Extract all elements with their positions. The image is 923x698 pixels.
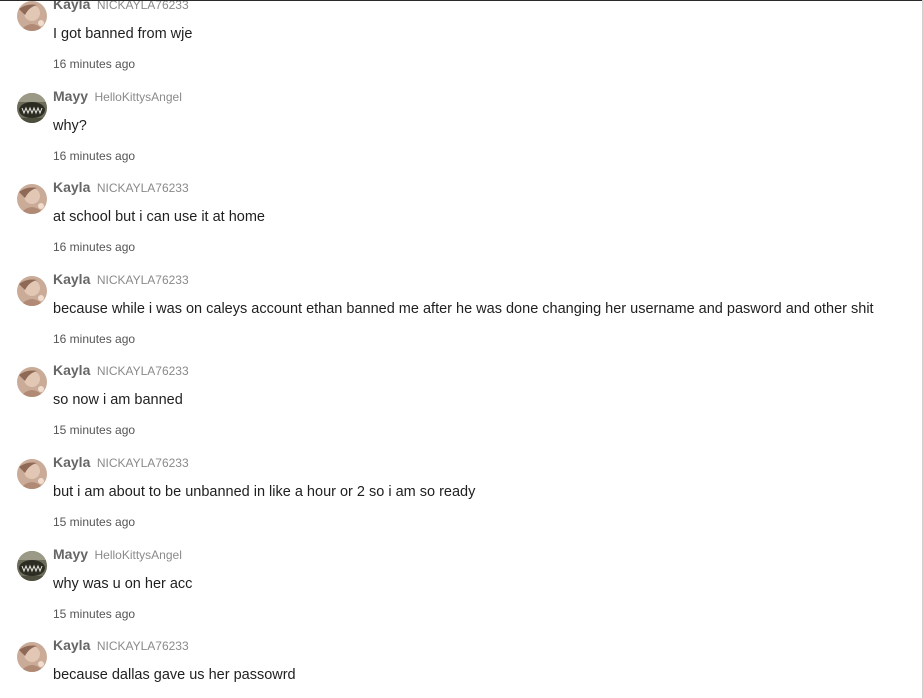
comment-header: Kayla NICKAYLA76233 <box>53 636 189 654</box>
comment-header: Mayy HelloKittysAngel <box>53 87 182 105</box>
comment-item: Mayy HelloKittysAngel why was u on her a… <box>0 545 923 637</box>
username[interactable]: NICKAYLA76233 <box>97 639 189 653</box>
comment-timestamp: 16 minutes ago <box>53 148 136 163</box>
comment-text: why was u on her acc <box>53 575 193 592</box>
display-name[interactable]: Kayla <box>53 454 90 470</box>
top-border <box>0 0 923 1</box>
kayla-avatar-icon[interactable] <box>17 458 47 489</box>
comment-header: Kayla NICKAYLA76233 <box>53 270 189 288</box>
comment-item: Kayla NICKAYLA76233 at school but i can … <box>0 178 923 270</box>
display-name[interactable]: Kayla <box>53 0 90 12</box>
username[interactable]: NICKAYLA76233 <box>97 273 189 287</box>
comment-timestamp: 16 minutes ago <box>53 331 136 346</box>
comment-text: so now i am banned <box>53 392 183 409</box>
mayy-avatar-icon[interactable] <box>17 550 47 581</box>
username[interactable]: NICKAYLA76233 <box>97 181 189 195</box>
kayla-avatar-icon[interactable] <box>17 642 47 673</box>
comment-item: Kayla NICKAYLA76233 because dallas gave … <box>0 636 923 698</box>
comment-text: at school but i can use it at home <box>53 209 265 226</box>
comment-item: Kayla NICKAYLA76233 but i am about to be… <box>0 453 923 545</box>
comment-item: Kayla NICKAYLA76233 because while i was … <box>0 270 923 362</box>
comment-header: Kayla NICKAYLA76233 <box>53 453 189 471</box>
comment-text: why? <box>53 117 87 134</box>
comment-item: Kayla NICKAYLA76233 so now i am banned 1… <box>0 361 923 453</box>
comment-text: but i am about to be unbanned in like a … <box>53 483 476 500</box>
comment-list: Kayla NICKAYLA76233 I got banned from wj… <box>0 0 923 698</box>
comment-header: Kayla NICKAYLA76233 <box>53 0 189 13</box>
display-name[interactable]: Mayy <box>53 88 88 104</box>
display-name[interactable]: Kayla <box>53 271 90 287</box>
username[interactable]: HelloKittysAngel <box>94 90 181 104</box>
comment-text: because while i was on caleys account et… <box>53 300 874 317</box>
username[interactable]: NICKAYLA76233 <box>97 0 189 12</box>
display-name[interactable]: Kayla <box>53 179 90 195</box>
kayla-avatar-icon[interactable] <box>17 184 47 215</box>
comment-header: Mayy HelloKittysAngel <box>53 545 182 563</box>
comment-text: I got banned from wje <box>53 26 193 42</box>
display-name[interactable]: Kayla <box>53 637 90 653</box>
comment-thread-viewport: Kayla NICKAYLA76233 I got banned from wj… <box>0 0 923 698</box>
kayla-avatar-icon[interactable] <box>17 367 47 398</box>
comment-timestamp: 15 minutes ago <box>53 606 136 621</box>
mayy-avatar-icon[interactable] <box>17 92 47 123</box>
comment-timestamp: 16 minutes ago <box>53 240 136 255</box>
display-name[interactable]: Kayla <box>53 362 90 378</box>
comment-text: because dallas gave us her passowrd <box>53 667 296 684</box>
comment-timestamp: 15 minutes ago <box>53 423 136 438</box>
kayla-avatar-icon[interactable] <box>17 275 47 306</box>
username[interactable]: HelloKittysAngel <box>94 548 181 562</box>
comment-timestamp: 15 minutes ago <box>53 514 136 529</box>
comment-timestamp: 16 minutes ago <box>53 57 136 71</box>
display-name[interactable]: Mayy <box>53 546 88 562</box>
comment-item: Kayla NICKAYLA76233 I got banned from wj… <box>0 0 923 87</box>
comment-header: Kayla NICKAYLA76233 <box>53 178 189 196</box>
comment-header: Kayla NICKAYLA76233 <box>53 361 189 379</box>
username[interactable]: NICKAYLA76233 <box>97 364 189 378</box>
username[interactable]: NICKAYLA76233 <box>97 456 189 470</box>
comment-item: Mayy HelloKittysAngel why? 16 minutes ag… <box>0 87 923 179</box>
kayla-avatar-icon[interactable] <box>17 1 47 31</box>
